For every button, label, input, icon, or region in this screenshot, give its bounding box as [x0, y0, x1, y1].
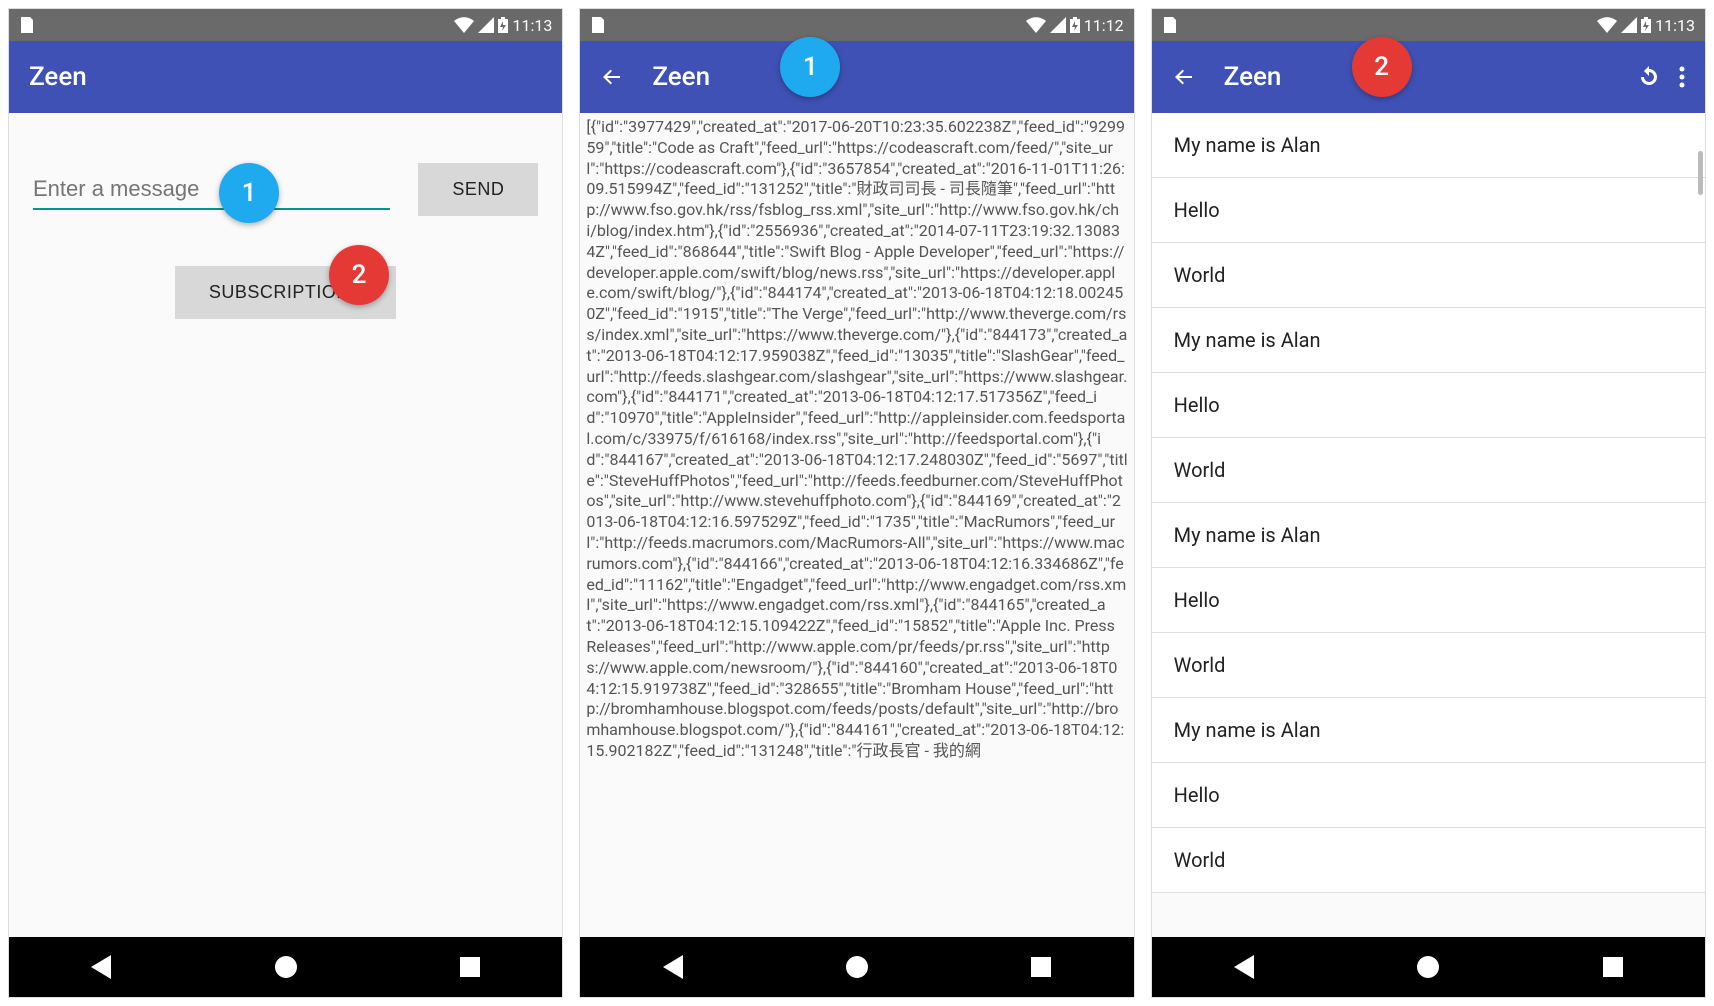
nav-back-icon[interactable] — [660, 954, 686, 980]
json-response-text: [{"id":"3977429","created_at":"2017-06-2… — [580, 113, 1133, 937]
nav-recents-icon[interactable] — [1028, 954, 1054, 980]
callout-badge-2: 2 — [1352, 37, 1412, 97]
callout-badge-1: 1 — [219, 163, 279, 223]
list-item[interactable]: Hello — [1152, 373, 1705, 438]
back-arrow-icon[interactable] — [1172, 65, 1196, 89]
nav-recents-icon[interactable] — [1600, 954, 1626, 980]
android-nav-bar — [9, 937, 562, 997]
list-item[interactable]: Hello — [1152, 178, 1705, 243]
overflow-menu-icon[interactable] — [1679, 66, 1685, 88]
nav-home-icon[interactable] — [844, 954, 870, 980]
app-title: Zeen — [29, 62, 542, 92]
phone-screen-1: 11:13 Zeen SEND SUBSCRIPTIONS 1 2 — [8, 8, 563, 998]
status-bar: 11:12 — [580, 9, 1133, 41]
list-item[interactable]: Hello — [1152, 568, 1705, 633]
message-input[interactable] — [33, 170, 390, 210]
main-content: My name is AlanHelloWorldMy name is Alan… — [1152, 113, 1705, 937]
list-item[interactable]: My name is Alan — [1152, 503, 1705, 568]
signal-icon — [1621, 17, 1637, 33]
list-item[interactable]: World — [1152, 633, 1705, 698]
app-title: Zeen — [652, 62, 1113, 92]
nav-recents-icon[interactable] — [457, 954, 483, 980]
scrollbar-thumb[interactable] — [1698, 151, 1703, 195]
app-bar: Zeen — [1152, 41, 1705, 113]
status-bar: 11:13 — [9, 9, 562, 41]
signal-icon — [1050, 17, 1066, 33]
clock-text: 11:13 — [512, 16, 552, 35]
main-content: SEND SUBSCRIPTIONS — [9, 113, 562, 937]
nav-home-icon[interactable] — [273, 954, 299, 980]
app-title: Zeen — [1224, 62, 1619, 92]
list-item[interactable]: My name is Alan — [1152, 113, 1705, 178]
app-bar: Zeen — [580, 41, 1133, 113]
clock-text: 11:12 — [1084, 16, 1124, 35]
sdcard-icon — [19, 17, 33, 33]
list-item[interactable]: Hello — [1152, 763, 1705, 828]
android-nav-bar — [1152, 937, 1705, 997]
battery-icon — [1641, 17, 1651, 33]
callout-badge-1: 1 — [780, 37, 840, 97]
phone-screen-2: 11:12 Zeen [{"id":"3977429","created_at"… — [579, 8, 1134, 998]
app-bar: Zeen — [9, 41, 562, 113]
wifi-icon — [1026, 17, 1046, 33]
list-item[interactable]: World — [1152, 438, 1705, 503]
nav-back-icon[interactable] — [1231, 954, 1257, 980]
message-list[interactable]: My name is AlanHelloWorldMy name is Alan… — [1152, 113, 1705, 893]
list-item[interactable]: World — [1152, 828, 1705, 893]
callout-badge-2: 2 — [329, 245, 389, 305]
wifi-icon — [1597, 17, 1617, 33]
nav-home-icon[interactable] — [1415, 954, 1441, 980]
signal-icon — [478, 17, 494, 33]
sdcard-icon — [1162, 17, 1176, 33]
back-arrow-icon[interactable] — [600, 65, 624, 89]
clock-text: 11:13 — [1655, 16, 1695, 35]
send-button[interactable]: SEND — [418, 163, 538, 216]
battery-icon — [1070, 17, 1080, 33]
phone-screen-3: 11:13 Zeen My name is AlanHelloWorldMy n… — [1151, 8, 1706, 998]
main-content: [{"id":"3977429","created_at":"2017-06-2… — [580, 113, 1133, 937]
android-nav-bar — [580, 937, 1133, 997]
status-bar: 11:13 — [1152, 9, 1705, 41]
battery-icon — [498, 17, 508, 33]
nav-back-icon[interactable] — [88, 954, 114, 980]
list-item[interactable]: My name is Alan — [1152, 698, 1705, 763]
list-item[interactable]: My name is Alan — [1152, 308, 1705, 373]
refresh-icon[interactable] — [1637, 65, 1661, 89]
list-item[interactable]: World — [1152, 243, 1705, 308]
wifi-icon — [454, 17, 474, 33]
sdcard-icon — [590, 17, 604, 33]
